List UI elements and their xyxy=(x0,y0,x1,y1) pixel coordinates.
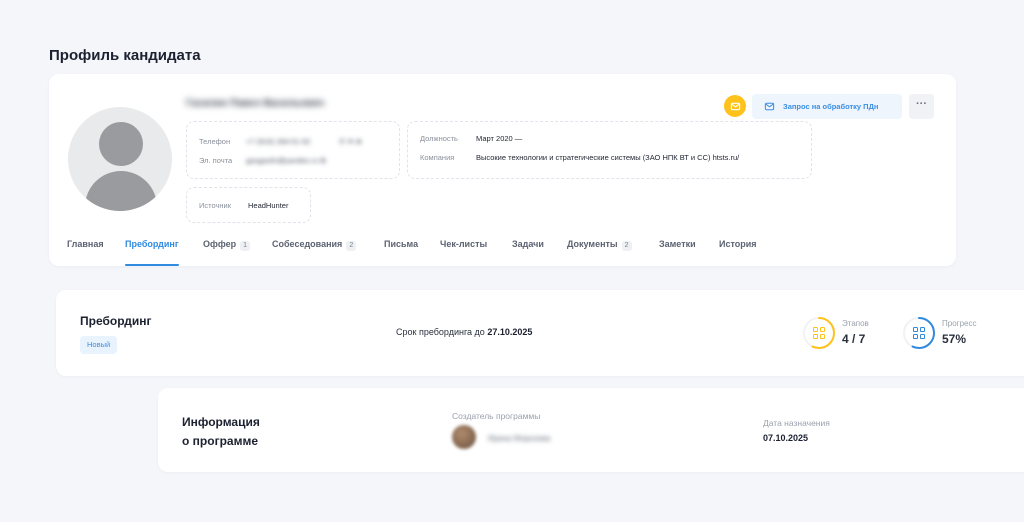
pd-request-label: Запрос на обработку ПДн xyxy=(783,102,879,111)
phone-label: Телефон xyxy=(199,137,231,146)
avatar-body-shape xyxy=(85,171,157,211)
tab-tasks[interactable]: Задачи xyxy=(512,234,544,266)
creator-name[interactable]: Ирина Морозова xyxy=(488,434,550,443)
grid-icon xyxy=(913,327,925,339)
program-info-title: Информация о программе xyxy=(182,413,260,451)
envelope-icon xyxy=(730,102,740,110)
deadline-date: 27.10.2025 xyxy=(487,327,533,337)
offer-count-badge: 1 xyxy=(240,241,251,251)
preboarding-title: Пребординг xyxy=(80,314,152,328)
tab-documents[interactable]: Документы 2 xyxy=(567,234,632,266)
progress-value: 57% xyxy=(942,332,967,346)
stages-value: 4 / 7 xyxy=(842,332,866,346)
stages-ring xyxy=(803,317,835,349)
position-value: Март 2020 — xyxy=(476,134,523,143)
status-badge: Новый xyxy=(80,336,118,354)
creator-label: Создатель программы xyxy=(452,411,541,421)
email-label: Эл. почта xyxy=(199,156,233,165)
position-label: Должность xyxy=(420,134,458,143)
program-info-card: Информация о программе Создатель програм… xyxy=(158,388,1024,472)
company-label: Компания xyxy=(420,153,455,162)
stages-label: Этапов xyxy=(842,319,869,328)
source-block: Источник HeadHunter xyxy=(186,187,311,223)
preboarding-deadline: Срок пребординга до 27.10.2025 xyxy=(396,327,532,337)
grid-icon xyxy=(813,327,825,339)
candidate-profile-card: Гасилин Павел Васильевич Телефон +7 (916… xyxy=(49,74,956,266)
company-value: Высокие технологии и стратегические сист… xyxy=(476,153,740,162)
assignment-date-value: 07.10.2025 xyxy=(763,433,809,443)
phone-value[interactable]: +7 (916) 284-51-92 xyxy=(246,137,310,146)
program-info-title-line1: Информация xyxy=(182,415,260,429)
tab-history[interactable]: История xyxy=(719,234,757,266)
page-title: Профиль кандидата xyxy=(49,47,201,64)
more-options-button[interactable]: ··· xyxy=(909,94,934,119)
email-value[interactable]: gasgasiln@yandex.ru ⧉ xyxy=(246,156,326,166)
deadline-text: Срок пребординга до xyxy=(396,327,485,337)
creator-avatar xyxy=(452,425,476,449)
pd-request-button[interactable]: Запрос на обработку ПДн xyxy=(752,94,902,119)
candidate-avatar xyxy=(68,107,172,211)
contacts-block: Телефон +7 (916) 284-51-92 ✆ ✉ ⊕ Эл. поч… xyxy=(186,121,400,179)
phone-action-icons[interactable]: ✆ ✉ ⊕ xyxy=(339,137,362,146)
tab-letters[interactable]: Письма xyxy=(384,234,418,266)
interviews-count-badge: 2 xyxy=(346,241,357,251)
documents-count-badge: 2 xyxy=(621,241,632,251)
tab-preboarding[interactable]: Пребординг xyxy=(125,234,179,266)
assignment-date-label: Дата назначения xyxy=(763,418,830,428)
avatar-head-shape xyxy=(99,122,143,166)
program-info-title-line2: о программе xyxy=(182,434,259,448)
preboarding-card: Пребординг Новый Срок пребординга до 27.… xyxy=(56,290,1024,376)
progress-ring xyxy=(903,317,935,349)
source-label: Источник xyxy=(199,201,232,210)
tab-offer[interactable]: Оффер 1 xyxy=(203,234,251,266)
tab-notes[interactable]: Заметки xyxy=(659,234,696,266)
mail-status-button[interactable] xyxy=(724,95,746,117)
tab-checklists[interactable]: Чек-листы xyxy=(440,234,487,266)
source-value: HeadHunter xyxy=(248,201,289,210)
tab-main[interactable]: Главная xyxy=(67,234,104,266)
job-block: Должность Март 2020 — Компания Высокие т… xyxy=(407,121,812,179)
candidate-name: Гасилин Павел Васильевич xyxy=(186,98,325,109)
tab-interviews[interactable]: Собеседования 2 xyxy=(272,234,357,266)
progress-label: Прогресс xyxy=(942,319,977,328)
mail-check-icon xyxy=(764,102,775,111)
